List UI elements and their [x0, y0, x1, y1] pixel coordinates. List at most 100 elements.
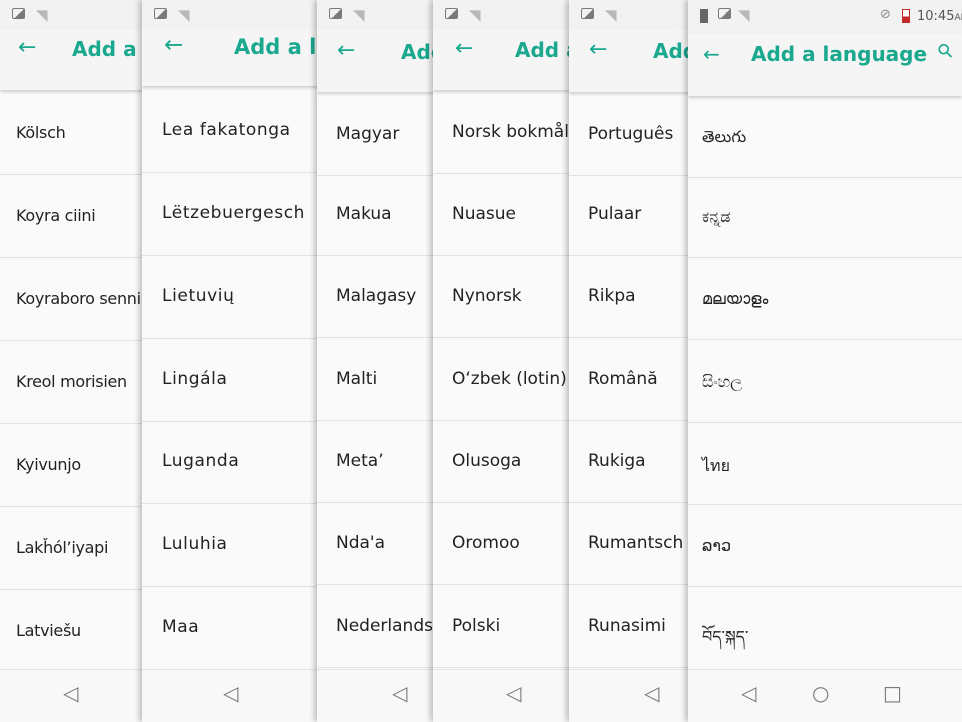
image-notification-icon: [154, 8, 167, 19]
language-name: Koyraboro senni: [16, 289, 141, 308]
language-list-item[interactable]: ລາວ: [688, 505, 962, 587]
status-bar: ◥: [142, 0, 342, 28]
language-name: ไทย: [702, 456, 730, 475]
language-name: Lakȟól’iyapi: [16, 538, 109, 557]
wifi-icon: ◥: [353, 6, 365, 24]
language-name: Kyivunjo: [16, 455, 81, 474]
language-list-item[interactable]: བོད་སྐད་: [688, 588, 962, 670]
wifi-icon: ◥: [36, 6, 48, 24]
nav-recents-icon[interactable]: □: [883, 683, 902, 703]
arrow-left-icon[interactable]: ←: [589, 39, 607, 61]
app-bar: ← Add a la: [142, 28, 342, 86]
language-name: བོད་སྐད་: [702, 627, 749, 646]
language-name: Polski: [452, 616, 501, 636]
image-notification-icon: [12, 8, 25, 19]
language-name: Lea fakatonga: [162, 120, 291, 140]
language-name: Oʻzbek (lotin): [452, 369, 567, 389]
page-title: Add a la: [234, 34, 331, 59]
battery-icon: [700, 9, 708, 23]
language-list-item[interactable]: Luganda: [142, 421, 342, 504]
language-list-item[interactable]: తెలుగు: [688, 96, 962, 178]
clock-time: 10:45: [917, 9, 955, 24]
language-name: Kreol morisien: [16, 372, 127, 391]
language-list-item[interactable]: Lëtzebuergesch: [142, 173, 342, 256]
stacked-screenshots: ◥ ← Add a la Kölsch Koyra ciini Koyraboro sen…: [0, 0, 962, 722]
language-list-item[interactable]: සිංහල: [688, 341, 962, 423]
language-name: Latviešu: [16, 621, 81, 640]
language-name: Runasimi: [588, 616, 666, 636]
language-name: Norsk bokmål: [452, 122, 569, 142]
language-name: Rukiga: [588, 451, 646, 471]
nav-back-icon[interactable]: ◁: [644, 683, 659, 703]
language-name: Luluhia: [162, 534, 228, 554]
language-name: Kölsch: [16, 123, 66, 142]
language-list-item[interactable]: മലയാളം: [688, 258, 962, 340]
status-bar: ◥ ⊘ 10:45AM: [688, 0, 962, 34]
language-name: සිංහල: [702, 372, 743, 391]
language-list-item[interactable]: Lea fakatonga: [142, 90, 342, 173]
language-name: Lietuvių: [162, 286, 235, 306]
language-name: ລາວ: [702, 536, 732, 555]
nav-home-icon[interactable]: ○: [812, 683, 829, 703]
screen-panel: ◥ ← Add a la Lea fakatonga Lëtzebuergesch Lie…: [142, 0, 342, 722]
search-icon[interactable]: ⚲: [933, 38, 958, 63]
language-name: Pulaar: [588, 204, 642, 224]
language-name: Nederlands: [336, 616, 433, 636]
language-name: Olusoga: [452, 451, 522, 471]
language-name: Română: [588, 369, 658, 389]
language-list-item[interactable]: ไทย: [688, 423, 962, 505]
battery-low-icon: [902, 9, 910, 23]
language-list-item[interactable]: Lietuvių: [142, 256, 342, 339]
language-name: ಕನ್ನಡ: [702, 207, 731, 226]
language-name: Makua: [336, 204, 392, 224]
language-list-item[interactable]: Lingála: [142, 339, 342, 422]
language-name: Rumantsch: [588, 533, 684, 553]
language-name: Metaʼ: [336, 451, 384, 471]
nav-back-icon[interactable]: ◁: [223, 683, 238, 703]
language-name: Magyar: [336, 124, 400, 144]
language-name: Malti: [336, 369, 378, 389]
app-bar: ← Add a language ⚲: [688, 34, 962, 96]
nav-back-icon[interactable]: ◁: [392, 683, 407, 703]
language-name: Rikpa: [588, 286, 636, 306]
screen-panel: ◥ ⊘ 10:45AM ← Add a language⚲ తెలుగు ಕನ್ನಡ മലയാ…: [688, 0, 962, 722]
image-notification-icon: [445, 8, 458, 19]
language-name: తెలుగు: [702, 127, 747, 146]
navigation-bar: ◁ ○ □: [688, 669, 962, 722]
language-name: Nynorsk: [452, 286, 522, 306]
language-name: Lëtzebuergesch: [162, 203, 306, 223]
nav-back-icon[interactable]: ◁: [741, 683, 756, 703]
language-name: Koyra ciini: [16, 206, 96, 225]
status-clock: 10:45AM: [917, 9, 962, 26]
arrow-left-icon[interactable]: ←: [164, 33, 183, 57]
language-name: Ndaꞌa: [336, 533, 386, 553]
nav-back-icon[interactable]: ◁: [63, 683, 78, 703]
image-notification-icon: [581, 8, 594, 19]
language-name: Oromoo: [452, 533, 520, 553]
image-notification-icon: [718, 8, 731, 19]
arrow-left-icon[interactable]: ←: [337, 40, 355, 62]
no-sim-icon: ⊘: [880, 7, 891, 22]
page-title: Add a language: [751, 42, 928, 66]
navigation-bar: ◁: [142, 669, 342, 722]
language-name: Maa: [162, 617, 200, 637]
language-list-item[interactable]: Luluhia: [142, 504, 342, 587]
wifi-icon: ◥: [605, 6, 617, 24]
wifi-icon: ◥: [178, 6, 190, 24]
language-name: മലയാളം: [702, 289, 769, 308]
language-name: Luganda: [162, 451, 240, 471]
language-name: Nuasue: [452, 204, 516, 224]
arrow-left-icon[interactable]: ←: [18, 37, 36, 59]
wifi-icon: ◥: [469, 6, 481, 24]
language-name: Português: [588, 124, 674, 144]
arrow-left-icon[interactable]: ←: [703, 44, 720, 64]
language-name: Lingála: [162, 369, 228, 389]
image-notification-icon: [329, 8, 342, 19]
language-name: Malagasy: [336, 286, 417, 306]
wifi-icon: ◥: [738, 6, 750, 24]
clock-ampm: AM: [954, 13, 962, 23]
language-list-item[interactable]: Maa: [142, 587, 342, 670]
language-list-item[interactable]: ಕನ್ನಡ: [688, 176, 962, 258]
nav-back-icon[interactable]: ◁: [506, 683, 521, 703]
arrow-left-icon[interactable]: ←: [455, 38, 473, 60]
